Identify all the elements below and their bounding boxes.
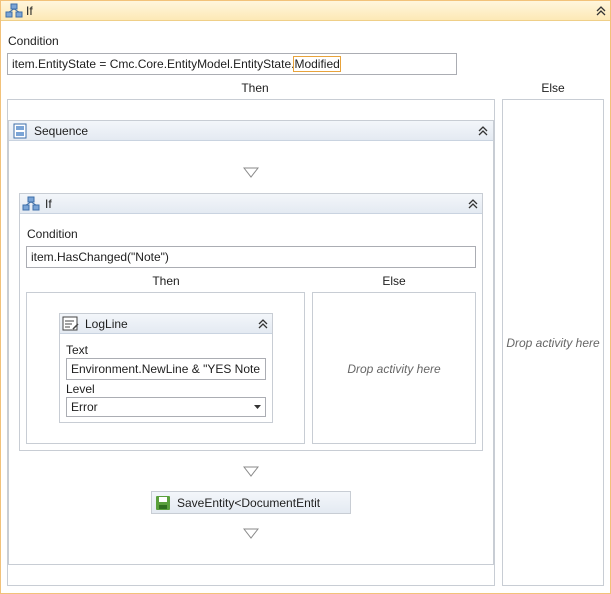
logline-level-label: Level [66,382,95,396]
logline-icon [62,316,80,332]
outer-else-label: Else [541,81,565,95]
outer-else-drop-hint: Drop activity here [506,336,600,350]
outer-condition-highlight: Modified [293,56,341,72]
drop-arrow-icon[interactable] [243,528,259,539]
collapse-icon[interactable] [477,125,489,137]
inner-condition-input[interactable]: item.HasChanged("Note") [26,246,476,268]
logline-text-input[interactable]: Environment.NewLine & "YES Note [66,358,266,380]
inner-else-label: Else [382,274,406,288]
sequence-title: Sequence [34,124,89,138]
collapse-icon[interactable] [595,5,607,17]
if-icon [22,196,40,212]
inner-condition-label: Condition [27,227,78,241]
save-entity-title: SaveEntity<DocumentEntit [177,496,321,510]
collapse-icon[interactable] [257,318,269,330]
outer-condition-label: Condition [8,34,59,48]
outer-if-title: If [26,4,33,18]
logline-title: LogLine [85,317,128,331]
outer-then-label: Then [241,81,269,95]
inner-else-drop-hint: Drop activity here [347,362,441,376]
outer-if-header[interactable]: If [1,1,610,21]
inner-if-header[interactable]: If [20,194,482,214]
chevron-down-icon [254,405,261,409]
sequence-icon [12,123,28,139]
logline-text-label: Text [66,343,89,357]
outer-condition-text: item.EntityState = Cmc.Core.EntityModel.… [12,57,295,71]
save-icon [155,495,171,511]
logline-level-select[interactable]: Error [66,397,266,417]
if-icon [5,3,23,19]
logline-level-value: Error [71,400,98,414]
outer-condition-input[interactable]: item.EntityState = Cmc.Core.EntityModel.… [7,53,457,75]
inner-then-label: Then [152,274,180,288]
logline-header[interactable]: LogLine [60,314,272,334]
drop-arrow-icon[interactable] [243,167,259,178]
sequence-header[interactable]: Sequence [9,121,493,141]
inner-if-title: If [45,197,52,211]
drop-arrow-icon[interactable] [243,466,259,477]
collapse-icon[interactable] [467,198,479,210]
save-entity-activity[interactable]: SaveEntity<DocumentEntit [151,491,351,514]
